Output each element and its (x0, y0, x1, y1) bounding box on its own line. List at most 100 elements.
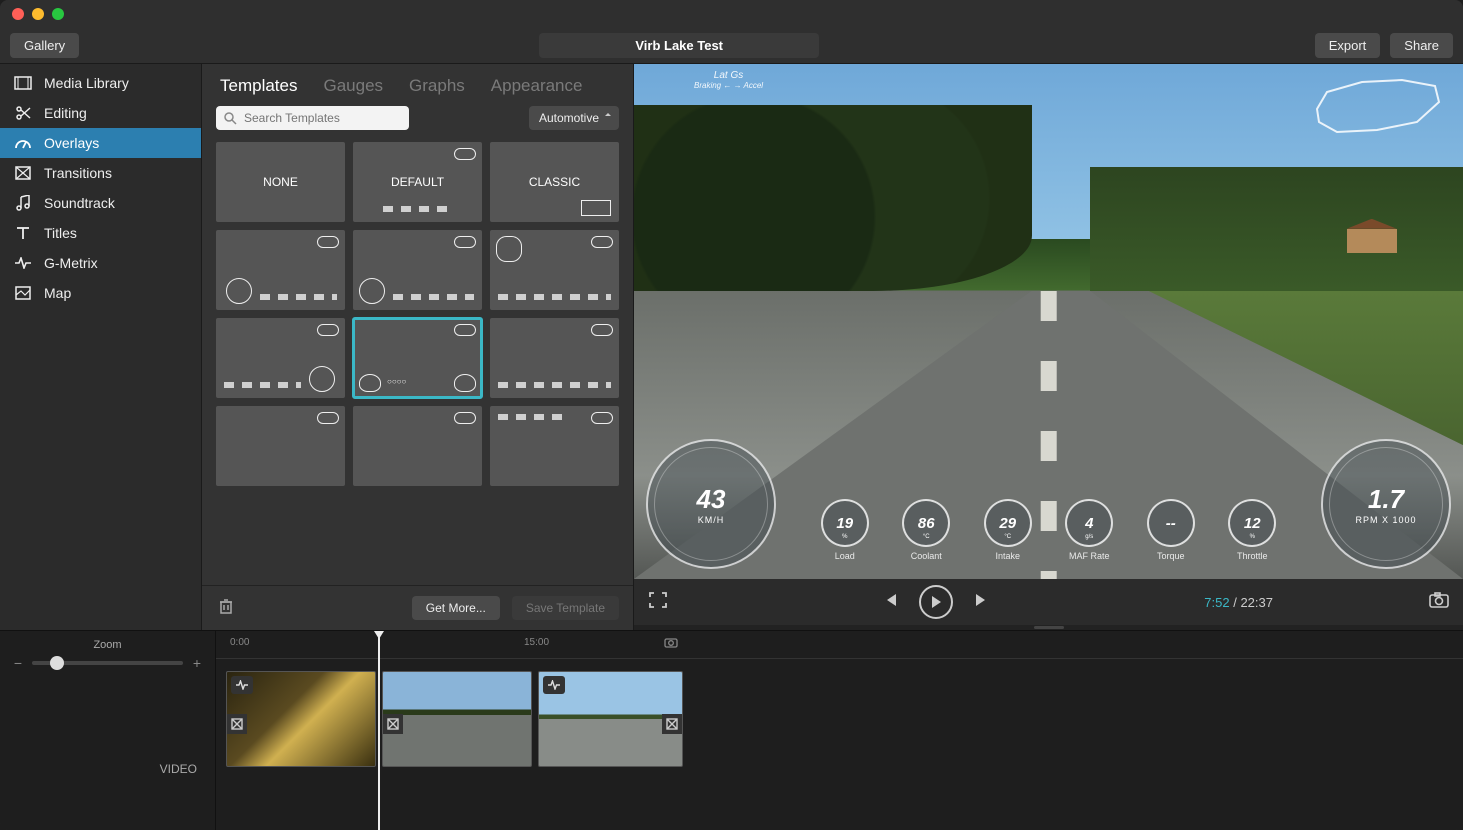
tab-gauges[interactable]: Gauges (323, 76, 383, 96)
step-back-button[interactable] (885, 593, 897, 612)
timeline: Zoom − + VIDEO 0:00 15:00 (0, 630, 1463, 830)
music-icon (14, 194, 32, 212)
template-card[interactable] (353, 406, 482, 486)
clip-handle-left[interactable] (227, 714, 247, 734)
search-templates-input[interactable] (216, 106, 409, 130)
latgs-overlay: Lat Gs Braking ← → Accel (694, 70, 763, 90)
category-select[interactable]: Automotive (529, 106, 619, 130)
pulse-icon (14, 254, 32, 272)
close-window-button[interactable] (12, 8, 24, 20)
tab-graphs[interactable]: Graphs (409, 76, 465, 96)
export-button[interactable]: Export (1315, 33, 1381, 58)
sidebar-item-mapععده[interactable]: Map (0, 278, 201, 308)
sidebar-item-label: Editing (44, 105, 87, 121)
zoom-thumb[interactable] (50, 656, 64, 670)
sidebar-item-label: Transitions (44, 165, 112, 181)
timeline-ruler[interactable]: 0:00 15:00 (216, 631, 1463, 659)
snapshot-button[interactable] (1429, 592, 1449, 613)
latgs-sub: Braking ← → Accel (694, 81, 763, 90)
latgs-title: Lat Gs (694, 70, 763, 81)
sidebar-item-transitions[interactable]: Transitions (0, 158, 201, 188)
small-gauges-row: 19%Load 86°CCoolant 29°CIntake 4g/sMAF R… (804, 499, 1293, 561)
clip-handle-right[interactable] (662, 714, 682, 734)
film-icon (14, 74, 32, 92)
get-more-button[interactable]: Get More... (412, 596, 500, 620)
main-toolbar: Gallery Virb Lake Test Export Share (0, 28, 1463, 64)
template-card[interactable] (216, 406, 345, 486)
speed-value: 43 (697, 484, 726, 515)
zoom-slider[interactable] (32, 661, 183, 665)
fullscreen-button[interactable] (648, 591, 668, 614)
template-none[interactable]: NONE (216, 142, 345, 222)
template-card-selected[interactable]: ○○○○ (353, 318, 482, 398)
playback-time: 7:52 / 22:37 (1204, 595, 1273, 610)
video-clip[interactable] (382, 671, 532, 767)
video-preview[interactable]: Lat Gs Braking ← → Accel 43 KM/H 1.7 RPM… (634, 64, 1463, 579)
zoom-out-button[interactable]: − (12, 655, 24, 671)
templates-grid: NONE DEFAULT CLASSIC ○○○○ (202, 142, 633, 585)
template-card[interactable] (216, 318, 345, 398)
template-card[interactable] (353, 230, 482, 310)
template-classic[interactable]: CLASSIC (490, 142, 619, 222)
preview-panel: Lat Gs Braking ← → Accel 43 KM/H 1.7 RPM… (634, 64, 1463, 630)
sidebar-item-label: Soundtrack (44, 195, 115, 211)
rpm-gauge: 1.7 RPM X 1000 (1321, 439, 1451, 569)
clip-handle-left[interactable] (383, 714, 403, 734)
gauge-torque: --Torque (1147, 499, 1195, 561)
template-default[interactable]: DEFAULT (353, 142, 482, 222)
template-card[interactable] (490, 318, 619, 398)
marker-camera-icon (664, 635, 678, 653)
gauge-maf: 4g/sMAF Rate (1065, 499, 1113, 561)
maximize-window-button[interactable] (52, 8, 64, 20)
gmetrix-badge-icon (543, 676, 565, 694)
sidebar-item-soundtrack[interactable]: Soundtrack (0, 188, 201, 218)
sidebar-item-label: Map (44, 285, 71, 301)
ruler-tick: 15:00 (524, 637, 549, 648)
template-card[interactable] (216, 230, 345, 310)
tab-templates[interactable]: Templates (220, 76, 297, 96)
video-clip[interactable] (538, 671, 683, 767)
sidebar-item-label: G-Metrix (44, 255, 98, 271)
sidebar-item-media-library[interactable]: Media Library (0, 68, 201, 98)
window-titlebar (0, 0, 1463, 28)
ruler-tick: 0:00 (230, 637, 249, 648)
gauge-throttle: 12%Throttle (1228, 499, 1276, 561)
minimize-window-button[interactable] (32, 8, 44, 20)
template-label: NONE (263, 175, 298, 189)
template-card[interactable] (490, 230, 619, 310)
gmetrix-badge-icon (231, 676, 253, 694)
sidebar-item-gmetrix[interactable]: G-Metrix (0, 248, 201, 278)
sidebar-item-overlays[interactable]: Overlays (0, 128, 201, 158)
playback-bar: 7:52 / 22:37 (634, 579, 1463, 625)
text-icon (14, 224, 32, 242)
template-card[interactable] (490, 406, 619, 486)
sidebar-item-label: Media Library (44, 75, 129, 91)
delete-template-button[interactable] (216, 598, 236, 619)
gauge-coolant: 86°CCoolant (902, 499, 950, 561)
tab-appearance[interactable]: Appearance (491, 76, 583, 96)
sidebar-item-editing[interactable]: Editing (0, 98, 201, 128)
gallery-button[interactable]: Gallery (10, 33, 79, 58)
gauge-icon (14, 134, 32, 152)
timeline-tracks[interactable]: 0:00 15:00 (216, 631, 1463, 830)
save-template-button: Save Template (512, 596, 619, 620)
zoom-in-button[interactable]: + (191, 655, 203, 671)
playhead[interactable] (378, 631, 380, 830)
transition-icon (14, 164, 32, 182)
project-title[interactable]: Virb Lake Test (539, 33, 819, 58)
sidebar-item-titles[interactable]: Titles (0, 218, 201, 248)
speed-label: KM/H (698, 515, 725, 525)
scissors-icon (14, 104, 32, 122)
map-icon (14, 284, 32, 302)
sidebar-item-label: Titles (44, 225, 77, 241)
overlays-panel: Templates Gauges Graphs Appearance Autom… (202, 64, 634, 630)
video-clip[interactable] (226, 671, 376, 767)
video-track-label: VIDEO (12, 762, 203, 776)
step-forward-button[interactable] (975, 593, 987, 612)
zoom-label: Zoom (12, 639, 203, 651)
gauge-load: 19%Load (821, 499, 869, 561)
play-button[interactable] (919, 585, 953, 619)
overlays-tabs: Templates Gauges Graphs Appearance (202, 64, 633, 106)
share-button[interactable]: Share (1390, 33, 1453, 58)
rpm-value: 1.7 (1368, 484, 1404, 515)
